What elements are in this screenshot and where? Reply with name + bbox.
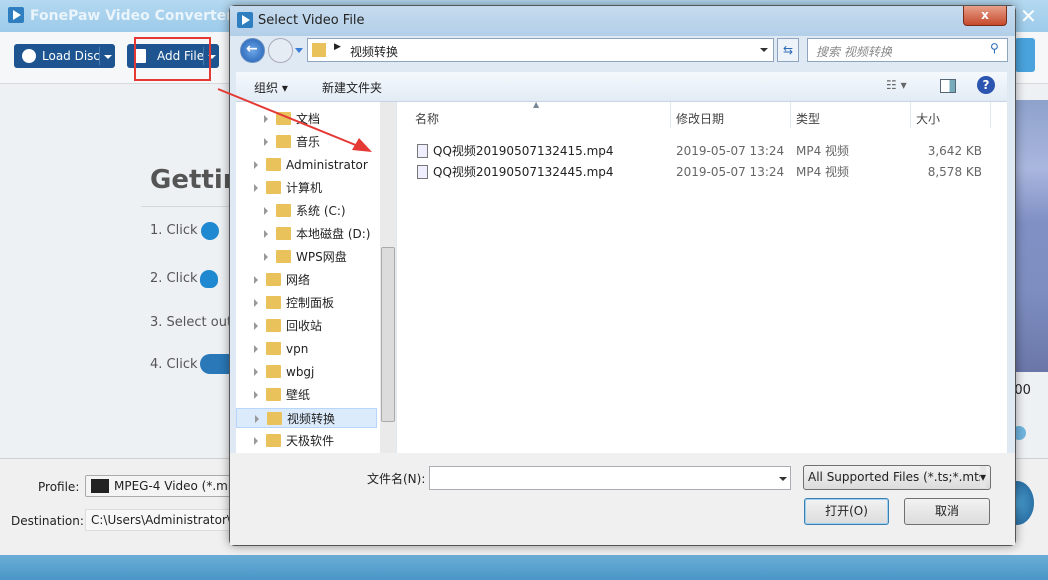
red-arrow bbox=[217, 88, 372, 152]
